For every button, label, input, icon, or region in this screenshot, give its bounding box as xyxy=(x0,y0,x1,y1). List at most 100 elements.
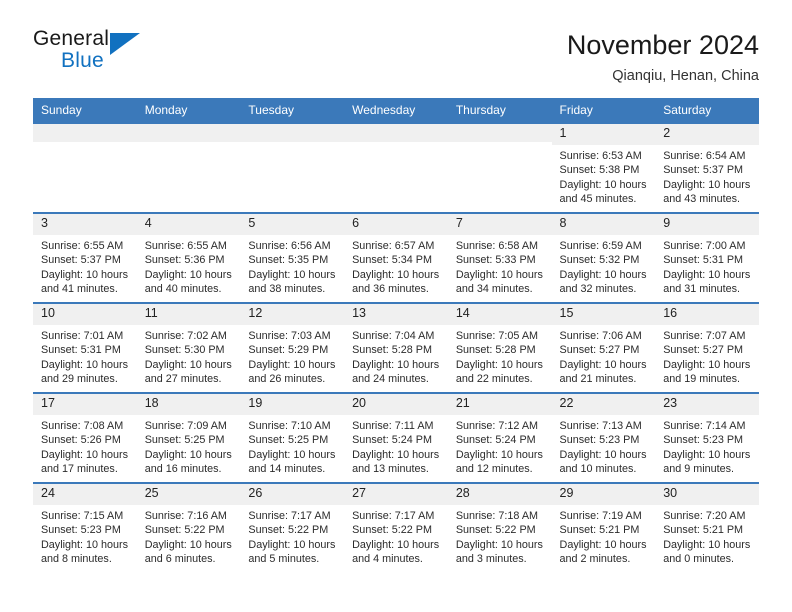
day-details: Sunrise: 7:15 AM Sunset: 5:23 PM Daylight:… xyxy=(33,505,137,567)
sunset-text: Sunset: 5:21 PM xyxy=(559,524,640,537)
calendar-week-row: 1 Sunrise: 6:53 AM Sunset: 5:38 PM Daylight… xyxy=(33,122,759,214)
daylight-text-line2: and 32 minutes. xyxy=(559,283,637,296)
day-number: 29 xyxy=(551,484,656,505)
calendar-day-cell[interactable]: 27 Sunrise: 7:17 AM Sunset: 5:22 PM Dayligh… xyxy=(344,482,448,574)
calendar-day-cell[interactable]: 17 Sunrise: 7:08 AM Sunset: 5:26 PM Dayligh… xyxy=(33,392,137,484)
calendar-day-cell[interactable]: 8 Sunrise: 6:59 AM Sunset: 5:32 PM Daylight… xyxy=(551,212,656,304)
day-number: 11 xyxy=(136,304,241,325)
sunset-text: Sunset: 5:38 PM xyxy=(559,164,640,177)
daylight-text-line1: Daylight: 10 hours xyxy=(455,268,543,281)
sunset-text: Sunset: 5:22 PM xyxy=(455,524,536,537)
calendar-cell-inner: 16 Sunrise: 7:07 AM Sunset: 5:27 PM Dayligh… xyxy=(655,304,759,392)
calendar-day-cell[interactable]: 19 Sunrise: 7:10 AM Sunset: 5:25 PM Dayligh… xyxy=(240,392,345,484)
day-details: Sunrise: 7:07 AM Sunset: 5:27 PM Daylight:… xyxy=(655,325,759,387)
sunset-text: Sunset: 5:35 PM xyxy=(248,254,329,267)
calendar-day-cell[interactable]: 9 Sunrise: 7:00 AM Sunset: 5:31 PM Daylight… xyxy=(655,212,759,304)
daylight-text-line2: and 40 minutes. xyxy=(144,283,222,296)
day-details: Sunrise: 6:55 AM Sunset: 5:36 PM Daylight:… xyxy=(137,235,241,297)
calendar-day-cell[interactable]: 3 Sunrise: 6:55 AM Sunset: 5:37 PM Daylight… xyxy=(33,212,137,304)
calendar-day-cell[interactable]: 22 Sunrise: 7:13 AM Sunset: 5:23 PM Dayligh… xyxy=(551,392,656,484)
daylight-text-line2: and 27 minutes. xyxy=(144,373,222,386)
daylight-text-line2: and 19 minutes. xyxy=(663,373,741,386)
day-details: Sunrise: 7:03 AM Sunset: 5:29 PM Daylight:… xyxy=(240,325,344,387)
sunset-text: Sunset: 5:31 PM xyxy=(41,344,121,357)
sunrise-text: Sunrise: 7:18 AM xyxy=(455,509,539,522)
sunrise-text: Sunrise: 6:53 AM xyxy=(559,149,642,162)
calendar-day-cell[interactable]: 30 Sunrise: 7:20 AM Sunset: 5:21 PM Dayligh… xyxy=(655,482,759,574)
calendar-cell-inner: 7 Sunrise: 6:58 AM Sunset: 5:33 PM Daylight… xyxy=(447,214,552,302)
calendar-day-cell[interactable]: 15 Sunrise: 7:06 AM Sunset: 5:27 PM Dayligh… xyxy=(551,302,656,394)
calendar-day-cell[interactable]: 23 Sunrise: 7:14 AM Sunset: 5:23 PM Dayligh… xyxy=(655,392,759,484)
calendar-cell-inner: 4 Sunrise: 6:55 AM Sunset: 5:36 PM Daylight… xyxy=(136,214,241,302)
daylight-text-line2: and 2 minutes. xyxy=(559,553,631,566)
calendar-day-cell[interactable]: 24 Sunrise: 7:15 AM Sunset: 5:23 PM Dayligh… xyxy=(33,482,137,574)
day-details: Sunrise: 6:54 AM Sunset: 5:37 PM Daylight:… xyxy=(655,145,759,207)
calendar-day-cell[interactable]: 11 Sunrise: 7:02 AM Sunset: 5:30 PM Dayligh… xyxy=(136,302,241,394)
calendar-day-cell[interactable]: 14 Sunrise: 7:05 AM Sunset: 5:28 PM Dayligh… xyxy=(447,302,552,394)
calendar-cell-empty xyxy=(344,122,448,214)
day-number: 21 xyxy=(447,394,552,415)
calendar-day-cell[interactable]: 5 Sunrise: 6:56 AM Sunset: 5:35 PM Daylight… xyxy=(240,212,345,304)
daylight-text-line1: Daylight: 10 hours xyxy=(663,358,751,371)
calendar-day-cell[interactable]: 4 Sunrise: 6:55 AM Sunset: 5:36 PM Daylight… xyxy=(136,212,241,304)
calendar-cell-inner xyxy=(33,124,137,212)
day-number: 27 xyxy=(344,484,448,505)
calendar-day-cell[interactable]: 2 Sunrise: 6:54 AM Sunset: 5:37 PM Daylight… xyxy=(655,122,759,214)
calendar-day-cell[interactable]: 25 Sunrise: 7:16 AM Sunset: 5:22 PM Dayligh… xyxy=(136,482,241,574)
sunrise-text: Sunrise: 7:10 AM xyxy=(248,419,331,432)
calendar-day-cell[interactable]: 7 Sunrise: 6:58 AM Sunset: 5:33 PM Daylight… xyxy=(447,212,552,304)
sunset-text: Sunset: 5:23 PM xyxy=(41,524,121,537)
calendar-cell-inner: 13 Sunrise: 7:04 AM Sunset: 5:28 PM Dayligh… xyxy=(344,304,448,392)
calendar-cell-inner: 6 Sunrise: 6:57 AM Sunset: 5:34 PM Daylight… xyxy=(344,214,448,302)
sunrise-text: Sunrise: 7:17 AM xyxy=(352,509,435,522)
sunset-text: Sunset: 5:23 PM xyxy=(663,434,744,447)
calendar-day-cell[interactable]: 6 Sunrise: 6:57 AM Sunset: 5:34 PM Daylight… xyxy=(344,212,448,304)
sunrise-text: Sunrise: 7:13 AM xyxy=(559,419,642,432)
sunrise-text: Sunrise: 7:20 AM xyxy=(663,509,746,522)
calendar-day-cell[interactable]: 12 Sunrise: 7:03 AM Sunset: 5:29 PM Dayligh… xyxy=(240,302,345,394)
daylight-text-line1: Daylight: 10 hours xyxy=(144,538,232,551)
day-details: Sunrise: 7:01 AM Sunset: 5:31 PM Daylight:… xyxy=(33,325,137,387)
page-header: General Blue November 2024 Qianqiu, Hena… xyxy=(0,0,792,84)
day-number xyxy=(136,124,241,143)
calendar-cell-inner: 30 Sunrise: 7:20 AM Sunset: 5:21 PM Dayligh… xyxy=(655,484,759,573)
calendar-body: 1 Sunrise: 6:53 AM Sunset: 5:38 PM Daylight… xyxy=(33,122,759,574)
day-number xyxy=(33,124,137,143)
title-block: November 2024 Qianqiu, Henan, China xyxy=(567,28,759,84)
day-number: 17 xyxy=(33,394,137,415)
daylight-text-line2: and 26 minutes. xyxy=(248,373,326,386)
calendar-day-cell[interactable]: 10 Sunrise: 7:01 AM Sunset: 5:31 PM Dayligh… xyxy=(33,302,137,394)
daylight-text-line2: and 29 minutes. xyxy=(41,373,118,386)
generalblue-logo[interactable]: General Blue xyxy=(33,28,153,78)
daylight-text-line1: Daylight: 10 hours xyxy=(455,358,543,371)
calendar-day-cell[interactable]: 21 Sunrise: 7:12 AM Sunset: 5:24 PM Dayligh… xyxy=(447,392,552,484)
calendar-day-cell[interactable]: 29 Sunrise: 7:19 AM Sunset: 5:21 PM Dayligh… xyxy=(551,482,656,574)
calendar-week-row: 24 Sunrise: 7:15 AM Sunset: 5:23 PM Dayligh… xyxy=(33,482,759,574)
calendar-day-cell[interactable]: 20 Sunrise: 7:11 AM Sunset: 5:24 PM Dayligh… xyxy=(344,392,448,484)
day-details: Sunrise: 6:59 AM Sunset: 5:32 PM Daylight:… xyxy=(552,235,656,297)
calendar-day-cell[interactable]: 18 Sunrise: 7:09 AM Sunset: 5:25 PM Dayligh… xyxy=(136,392,241,484)
daylight-text-line2: and 17 minutes. xyxy=(41,463,118,476)
sunset-text: Sunset: 5:22 PM xyxy=(248,524,329,537)
sunset-text: Sunset: 5:27 PM xyxy=(559,344,640,357)
calendar-cell-inner xyxy=(136,124,241,212)
day-number: 28 xyxy=(447,484,552,505)
calendar-day-cell[interactable]: 28 Sunrise: 7:18 AM Sunset: 5:22 PM Dayligh… xyxy=(447,482,552,574)
sunset-text: Sunset: 5:27 PM xyxy=(663,344,744,357)
sunrise-text: Sunrise: 6:55 AM xyxy=(144,239,227,252)
daylight-text-line2: and 0 minutes. xyxy=(663,553,735,566)
calendar-day-cell[interactable]: 16 Sunrise: 7:07 AM Sunset: 5:27 PM Dayligh… xyxy=(655,302,759,394)
calendar-day-cell[interactable]: 13 Sunrise: 7:04 AM Sunset: 5:28 PM Dayligh… xyxy=(344,302,448,394)
calendar-day-cell[interactable]: 1 Sunrise: 6:53 AM Sunset: 5:38 PM Daylight… xyxy=(551,122,656,214)
calendar-cell-inner: 29 Sunrise: 7:19 AM Sunset: 5:21 PM Dayligh… xyxy=(551,484,656,573)
daylight-text-line2: and 6 minutes. xyxy=(144,553,216,566)
day-number: 2 xyxy=(655,124,759,145)
logo-text-blue: Blue xyxy=(61,49,104,72)
daylight-text-line1: Daylight: 10 hours xyxy=(455,538,543,551)
logo-text-general: General xyxy=(33,27,110,50)
day-details: Sunrise: 7:17 AM Sunset: 5:22 PM Daylight:… xyxy=(240,505,344,567)
daylight-text-line2: and 38 minutes. xyxy=(248,283,326,296)
calendar-cell-inner: 27 Sunrise: 7:17 AM Sunset: 5:22 PM Dayligh… xyxy=(344,484,448,573)
calendar-day-cell[interactable]: 26 Sunrise: 7:17 AM Sunset: 5:22 PM Dayligh… xyxy=(240,482,345,574)
weekday-header-thursday: Thursday xyxy=(447,98,552,124)
